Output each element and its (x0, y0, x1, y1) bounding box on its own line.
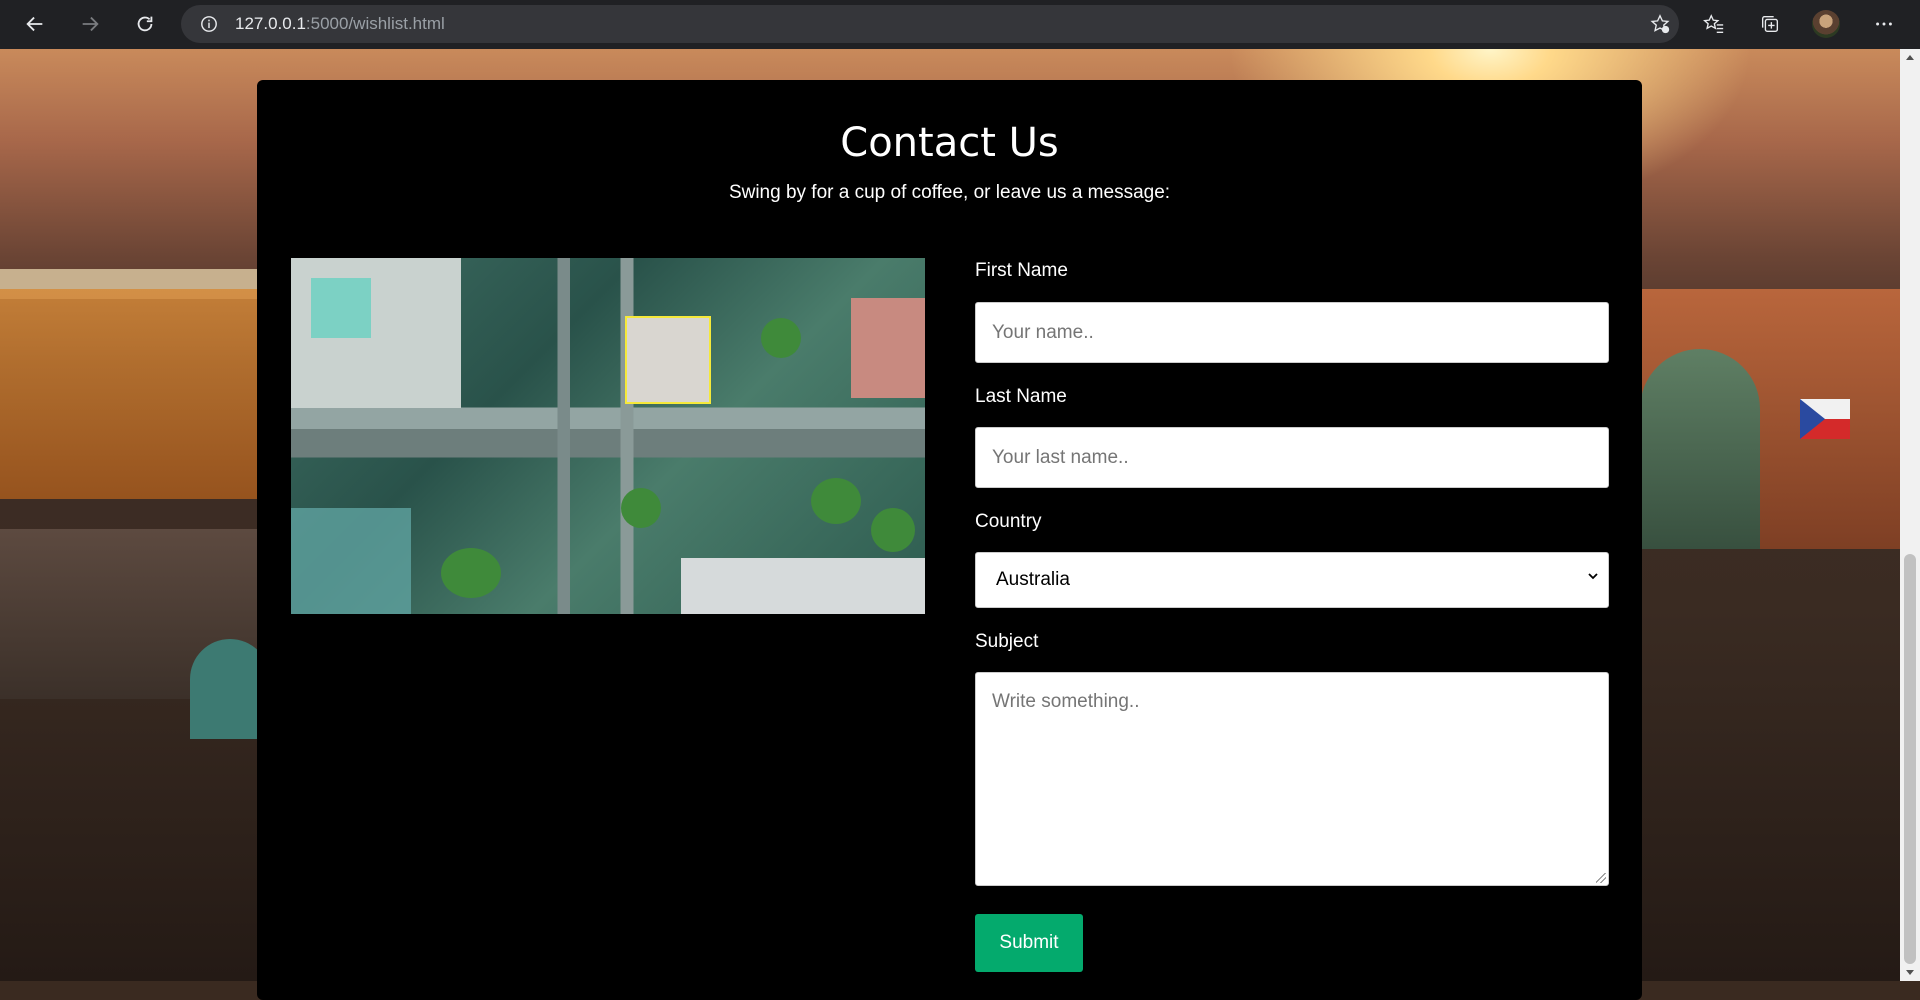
first-name-input[interactable]: Your name.. (975, 302, 1609, 363)
page-title: Contact Us (840, 120, 1059, 166)
url-host: 127.0.0.1 (235, 14, 306, 33)
scroll-up-icon[interactable] (1906, 55, 1914, 60)
page-scrollbar[interactable] (1900, 49, 1920, 981)
first-name-label: First Name (975, 260, 1068, 281)
profile-avatar[interactable] (1812, 10, 1840, 38)
reload-icon[interactable] (130, 9, 160, 39)
subject-placeholder: Write something.. (992, 691, 1140, 712)
last-name-label: Last Name (975, 386, 1067, 407)
url-text: 127.0.0.1:5000/wishlist.html (235, 14, 445, 34)
scroll-down-icon[interactable] (1906, 970, 1914, 975)
first-name-placeholder: Your name.. (992, 321, 1094, 343)
more-menu-icon[interactable] (1870, 10, 1898, 38)
subject-label: Subject (975, 631, 1039, 652)
address-bar[interactable]: 127.0.0.1:5000/wishlist.html (181, 5, 1679, 43)
submit-button[interactable]: Submit (975, 914, 1083, 972)
last-name-placeholder: Your last name.. (992, 446, 1129, 468)
country-selected-value: Australia (996, 569, 1070, 590)
contact-card: Contact Us Swing by for a cup of coffee,… (257, 80, 1642, 1000)
forward-arrow-icon[interactable] (75, 9, 105, 39)
scroll-thumb[interactable] (1904, 554, 1916, 964)
url-path: :5000/wishlist.html (305, 14, 445, 33)
add-favorite-icon[interactable] (1649, 13, 1671, 35)
chevron-down-icon (1588, 573, 1598, 580)
back-arrow-icon[interactable] (20, 9, 50, 39)
collections-icon[interactable] (1756, 10, 1784, 38)
country-label: Country (975, 511, 1042, 532)
favorites-icon[interactable] (1700, 10, 1728, 38)
aerial-city-image (291, 258, 925, 614)
resize-handle[interactable] (1596, 873, 1606, 883)
country-select[interactable]: Australia (975, 552, 1609, 608)
last-name-input[interactable]: Your last name.. (975, 427, 1609, 488)
czech-flag (1800, 399, 1850, 439)
info-icon[interactable] (199, 14, 219, 34)
page-subtitle: Swing by for a cup of coffee, or leave u… (728, 182, 1171, 203)
browser-toolbar: 127.0.0.1:5000/wishlist.html (0, 0, 1920, 49)
subject-textarea[interactable]: Write something.. (975, 672, 1609, 886)
